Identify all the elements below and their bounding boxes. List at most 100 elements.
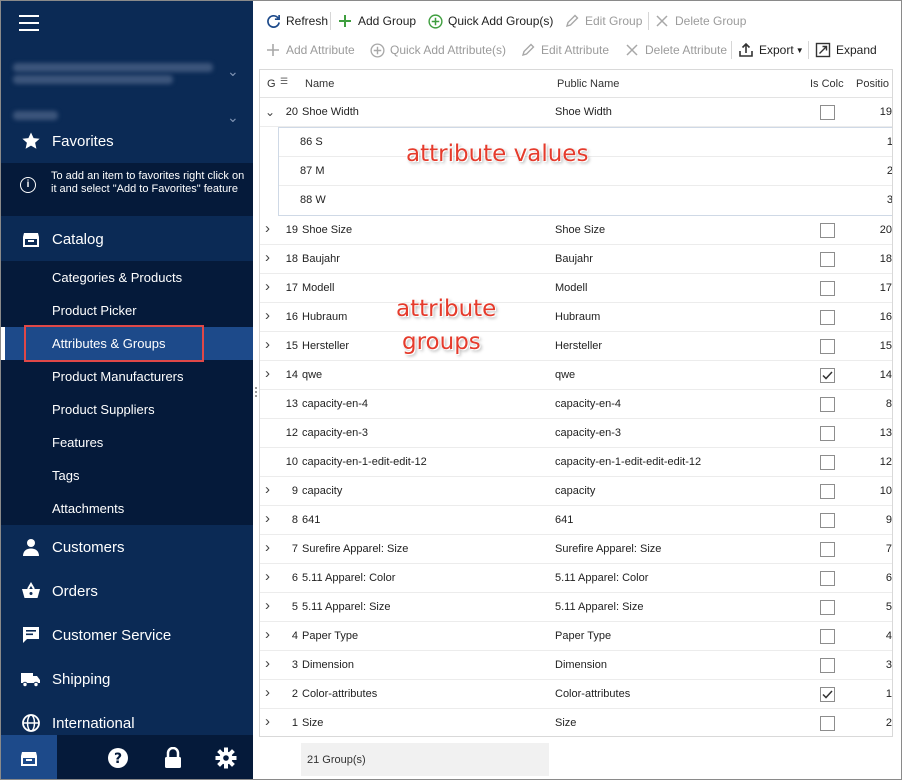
chevron-right-icon[interactable]: › — [265, 684, 277, 701]
table-row[interactable]: › 8 641 641 9 — [260, 506, 892, 535]
is-color-checkbox[interactable] — [820, 513, 835, 528]
chevron-right-icon[interactable]: › — [265, 539, 277, 556]
chevron-right-icon[interactable]: › — [265, 307, 277, 324]
table-row[interactable]: › 6 5.11 Apparel: Color 5.11 Apparel: Color… — [260, 564, 892, 593]
table-row[interactable]: › 16 Hubraum Hubraum 16 — [260, 303, 892, 332]
table-row[interactable]: › 14 qwe qwe 14 — [260, 361, 892, 390]
lock-icon[interactable] — [162, 747, 184, 769]
quick-add-attribute-button[interactable]: Quick Add Attribute(s) — [369, 40, 506, 60]
value-row[interactable]: 86 S 1 — [279, 128, 892, 157]
chevron-right-icon[interactable]: › — [265, 655, 277, 672]
value-name: S — [315, 136, 323, 148]
table-row[interactable]: 13 capacity-en-4 capacity-en-4 8 — [260, 390, 892, 419]
sidebar-item-features[interactable]: Features — [1, 426, 253, 459]
delete-attribute-button[interactable]: Delete Attribute — [624, 40, 727, 60]
quick-add-group-button[interactable]: Quick Add Group(s) — [427, 11, 553, 31]
chevron-right-icon[interactable]: › — [265, 568, 277, 585]
chevron-right-icon[interactable]: › — [265, 220, 277, 237]
table-row[interactable]: › 5 5.11 Apparel: Size 5.11 Apparel: Size 5 — [260, 593, 892, 622]
sidebar-item-categories-products[interactable]: Categories & Products — [1, 261, 253, 294]
chevron-right-icon[interactable]: › — [265, 365, 277, 382]
group-position: 12 — [879, 456, 892, 468]
table-row-expanded[interactable]: ⌄ 20 Shoe Width Shoe Width 19 — [260, 98, 892, 127]
table-row[interactable]: › 1 Size Size 2 — [260, 709, 892, 736]
add-attribute-button[interactable]: Add Attribute — [265, 40, 355, 60]
chevron-right-icon[interactable]: › — [265, 481, 277, 498]
nav-favorites[interactable]: Favorites — [1, 119, 253, 163]
chevron-right-icon[interactable]: › — [265, 336, 277, 353]
table-row[interactable]: › 7 Surefire Apparel: Size Surefire Apparel… — [260, 535, 892, 564]
add-group-button[interactable]: Add Group — [337, 11, 416, 31]
chevron-down-icon[interactable]: ⌄ — [265, 105, 277, 119]
group-id: 1 — [291, 717, 298, 729]
delete-group-button[interactable]: Delete Group — [654, 11, 746, 31]
is-color-checkbox[interactable] — [820, 105, 835, 120]
menu-icon[interactable] — [19, 15, 39, 31]
account-chevron-icon[interactable]: ⌄ — [227, 63, 239, 80]
sidebar-item-product-suppliers[interactable]: Product Suppliers — [1, 393, 253, 426]
nav-orders[interactable]: Orders — [1, 569, 253, 613]
is-color-checkbox[interactable] — [820, 223, 835, 238]
table-row[interactable]: › 17 Modell Modell 17 — [260, 274, 892, 303]
column-header-g[interactable]: G — [267, 78, 276, 90]
is-color-checkbox[interactable] — [820, 629, 835, 644]
table-row[interactable]: › 3 Dimension Dimension 3 — [260, 651, 892, 680]
table-row[interactable]: › 9 capacity capacity 10 — [260, 477, 892, 506]
chevron-right-icon[interactable]: › — [265, 249, 277, 266]
column-header-is-color[interactable]: Is Colc — [810, 78, 844, 90]
gear-icon[interactable] — [215, 747, 237, 769]
table-row[interactable]: › 15 Hersteller Hersteller 15 — [260, 332, 892, 361]
group-name: capacity-en-1-edit-edit-12 — [302, 456, 427, 468]
is-color-checkbox[interactable] — [820, 310, 835, 325]
is-color-checkbox[interactable] — [820, 281, 835, 296]
table-row[interactable]: › 19 Shoe Size Shoe Size 20 — [260, 216, 892, 245]
is-color-checkbox[interactable] — [820, 658, 835, 673]
column-header-position[interactable]: Positio — [856, 78, 889, 90]
is-color-checkbox[interactable] — [820, 426, 835, 441]
is-color-checkbox[interactable] — [820, 716, 835, 731]
table-row[interactable]: › 18 Baujahr Baujahr 18 — [260, 245, 892, 274]
sidebar-item-attachments[interactable]: Attachments — [1, 492, 253, 525]
is-color-checkbox[interactable] — [820, 687, 835, 702]
is-color-checkbox[interactable] — [820, 455, 835, 470]
is-color-checkbox[interactable] — [820, 571, 835, 586]
is-color-checkbox[interactable] — [820, 600, 835, 615]
chevron-right-icon[interactable]: › — [265, 626, 277, 643]
sidebar-item-product-manufacturers[interactable]: Product Manufacturers — [1, 360, 253, 393]
nav-customers[interactable]: Customers — [1, 525, 253, 569]
table-row[interactable]: › 4 Paper Type Paper Type 4 — [260, 622, 892, 651]
export-dropdown[interactable]: Export ▼ — [738, 40, 804, 60]
edit-group-button[interactable]: Edit Group — [564, 11, 642, 31]
column-sort-icon[interactable]: ☰ — [280, 76, 288, 87]
group-name: Paper Type — [302, 630, 359, 642]
is-color-checkbox[interactable] — [820, 339, 835, 354]
value-row[interactable]: 87 M 2 — [279, 157, 892, 186]
chevron-right-icon[interactable]: › — [265, 597, 277, 614]
sidebar-item-product-picker[interactable]: Product Picker — [1, 294, 253, 327]
chevron-right-icon[interactable]: › — [265, 713, 277, 730]
edit-attribute-button[interactable]: Edit Attribute — [520, 40, 609, 60]
is-color-checkbox[interactable] — [820, 542, 835, 557]
nav-shipping[interactable]: Shipping — [1, 657, 253, 701]
nav-catalog[interactable]: Catalog — [1, 217, 253, 261]
is-color-checkbox[interactable] — [820, 252, 835, 267]
store-icon[interactable] — [1, 735, 57, 779]
chevron-right-icon[interactable]: › — [265, 278, 277, 295]
expand-button[interactable]: Expand — [815, 40, 877, 60]
sidebar-item-tags[interactable]: Tags — [1, 459, 253, 492]
refresh-button[interactable]: Refresh — [265, 11, 328, 31]
is-color-checkbox[interactable] — [820, 484, 835, 499]
table-row[interactable]: 10 capacity-en-1-edit-edit-12 capacity-en-… — [260, 448, 892, 477]
column-header-public-name[interactable]: Public Name — [557, 78, 619, 90]
table-row[interactable]: 12 capacity-en-3 capacity-en-3 13 — [260, 419, 892, 448]
nav-customer-service[interactable]: Customer Service — [1, 613, 253, 657]
group-public-name: Baujahr — [555, 253, 593, 265]
nav-customers-label: Customers — [52, 538, 125, 556]
chevron-right-icon[interactable]: › — [265, 510, 277, 527]
help-icon[interactable]: ? — [107, 747, 129, 769]
value-row[interactable]: 88 W 3 — [279, 186, 892, 215]
is-color-checkbox[interactable] — [820, 397, 835, 412]
column-header-name[interactable]: Name — [305, 78, 334, 90]
is-color-checkbox[interactable] — [820, 368, 835, 383]
table-row[interactable]: › 2 Color-attributes Color-attributes 1 — [260, 680, 892, 709]
